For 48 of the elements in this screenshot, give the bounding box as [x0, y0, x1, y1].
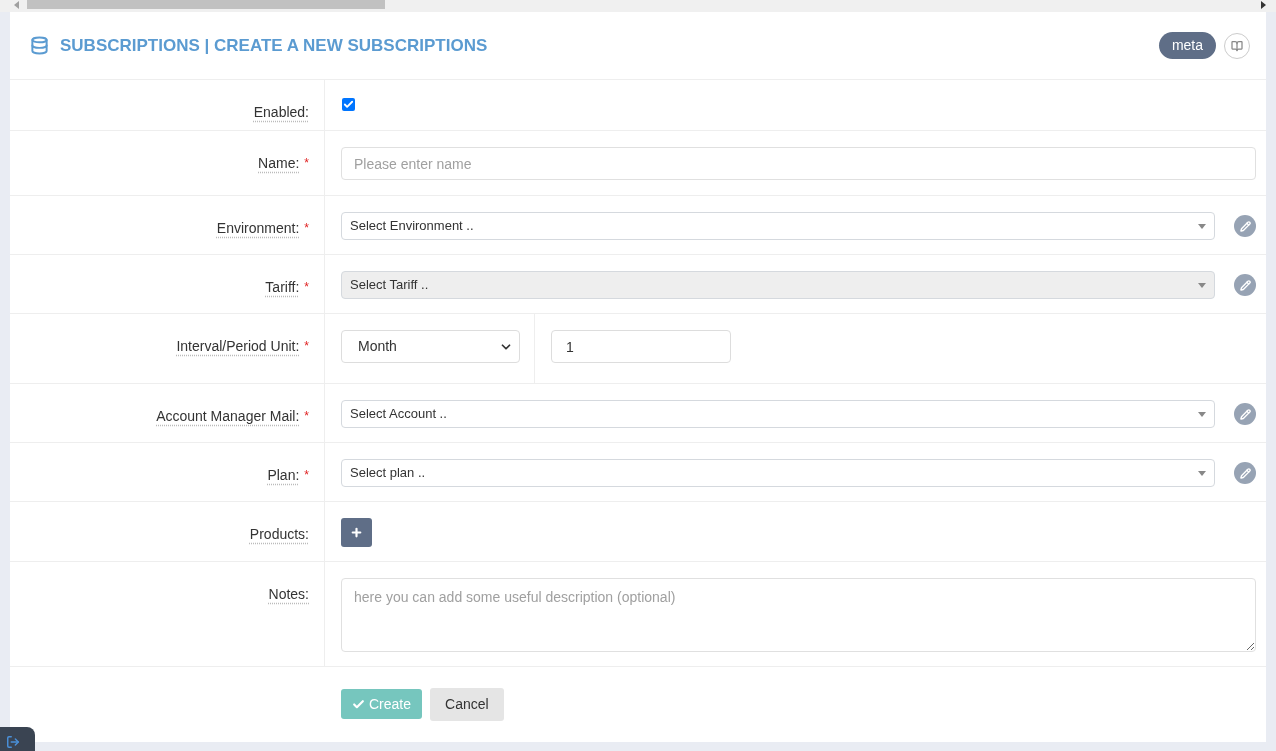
- name-input[interactable]: Please enter name: [341, 147, 1256, 180]
- logout-icon: [6, 735, 20, 749]
- select-dropdown[interactable]: Select plan ..: [341, 459, 1215, 487]
- caret-icon: [1198, 223, 1206, 229]
- field-label: Tariff:: [265, 278, 300, 296]
- pencil-icon: [1239, 408, 1251, 420]
- required-mark: *: [304, 279, 309, 296]
- caret-icon: [1198, 470, 1206, 476]
- unit-select[interactable]: Month: [341, 330, 520, 363]
- notes-textarea[interactable]: here you can add some useful description (optional): [341, 578, 1256, 652]
- horizontal-scrollbar[interactable]: [0, 0, 1276, 12]
- field-label: Account Manager Mail:: [156, 407, 300, 425]
- page-title: SUBSCRIPTIONS | CREATE A NEW SUBSCRIPTIONS: [60, 34, 488, 57]
- period-input[interactable]: 1: [551, 330, 731, 363]
- plus-icon: [350, 526, 363, 539]
- add-product-button[interactable]: [341, 518, 372, 547]
- side-tab-button[interactable]: [0, 727, 35, 751]
- cancel-button[interactable]: Cancel: [430, 688, 504, 721]
- required-mark: *: [304, 220, 309, 237]
- field-label: Products:: [249, 525, 309, 543]
- edit-button[interactable]: [1234, 462, 1256, 484]
- required-mark: *: [304, 155, 309, 172]
- left-arrow-icon: [14, 1, 19, 9]
- field-label: Plan:: [267, 466, 300, 484]
- field-label: Environment:: [216, 219, 300, 237]
- edit-button[interactable]: [1234, 215, 1256, 237]
- edit-button[interactable]: [1234, 274, 1256, 296]
- pencil-icon: [1239, 220, 1251, 232]
- caret-icon: [1198, 282, 1206, 288]
- meta-badge[interactable]: meta: [1158, 32, 1216, 59]
- required-mark: *: [304, 408, 309, 425]
- right-arrow-icon: [1261, 1, 1266, 9]
- database-icon: [30, 36, 49, 55]
- edit-button[interactable]: [1234, 403, 1256, 425]
- required-mark: *: [304, 467, 309, 484]
- field-label: Name:: [258, 154, 300, 172]
- enabled-checkbox[interactable]: [342, 98, 355, 111]
- check-icon: [352, 697, 365, 711]
- pencil-icon: [1239, 467, 1251, 479]
- select-dropdown[interactable]: Select Account ..: [341, 400, 1215, 428]
- book-icon: [1231, 39, 1243, 52]
- caret-icon: [1198, 411, 1206, 417]
- required-mark: *: [304, 338, 309, 355]
- pencil-icon: [1239, 279, 1251, 291]
- field-label: Notes:: [268, 585, 309, 603]
- select-dropdown[interactable]: Select Environment ..: [341, 212, 1215, 240]
- field-label: Enabled:: [253, 103, 309, 121]
- field-label: Interval/Period Unit:: [176, 337, 300, 355]
